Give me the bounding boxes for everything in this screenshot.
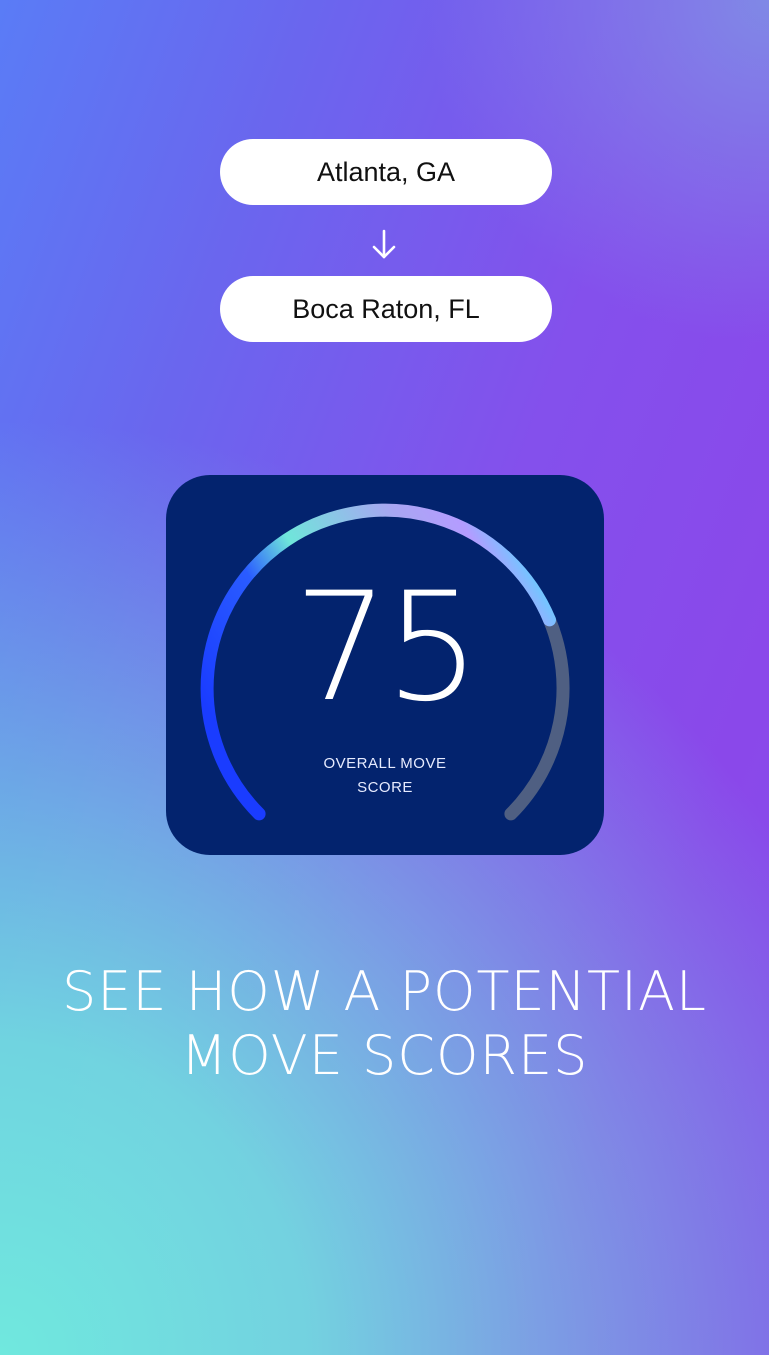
score-label-text: OVERALL MOVE SCORE xyxy=(323,755,447,796)
arrow-down-icon xyxy=(372,229,396,259)
destination-location-pill[interactable]: Boca Raton, FL xyxy=(220,276,552,342)
move-score-card: 75 OVERALL MOVE SCORE xyxy=(166,475,604,855)
destination-location-label: Boca Raton, FL xyxy=(292,293,480,324)
score-label: OVERALL MOVE SCORE xyxy=(166,752,604,800)
origin-location-label: Atlanta, GA xyxy=(316,156,456,187)
headline-line-1: SEE HOW A POTENTIAL xyxy=(62,960,707,1023)
score-value: 75 xyxy=(293,561,481,735)
headline: SEE HOW A POTENTIAL MOVE SCORES xyxy=(0,960,769,1088)
origin-location-pill[interactable]: Atlanta, GA xyxy=(220,139,552,205)
screen: { "route": { "origin": "Atlanta, GA", "d… xyxy=(0,0,769,1355)
headline-line-2: MOVE SCORES xyxy=(180,1024,589,1087)
